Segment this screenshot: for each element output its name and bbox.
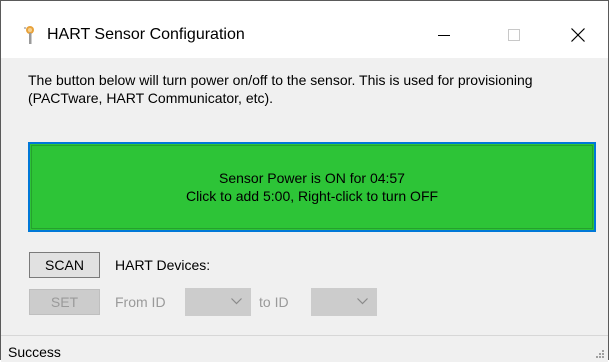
- hart-devices-label: HART Devices:: [115, 257, 211, 273]
- chevron-down-icon: [357, 298, 368, 305]
- hart-sensor-config-window: HART Sensor Configuration The button bel…: [0, 0, 609, 362]
- close-button[interactable]: [555, 17, 601, 53]
- sensor-power-button-face: Sensor Power is ON for 04:57 Click to ad…: [31, 145, 593, 229]
- from-id-label: From ID: [115, 294, 166, 310]
- from-id-dropdown[interactable]: [185, 288, 251, 316]
- sensor-probe-icon: [24, 26, 34, 44]
- description-text: The button below will turn power on/off …: [28, 72, 533, 106]
- minimize-button[interactable]: [421, 17, 467, 53]
- minimize-icon: [438, 35, 450, 36]
- sensor-power-button[interactable]: Sensor Power is ON for 04:57 Click to ad…: [28, 142, 596, 232]
- maximize-icon: [508, 29, 520, 41]
- maximize-button[interactable]: [491, 17, 537, 53]
- to-id-label: to ID: [259, 294, 289, 310]
- set-button[interactable]: SET: [29, 289, 100, 315]
- close-icon: [571, 28, 585, 42]
- power-hint-line: Click to add 5:00, Right-click to turn O…: [185, 188, 439, 204]
- power-status-line: Sensor Power is ON for 04:57: [219, 170, 405, 186]
- window-title: HART Sensor Configuration: [47, 26, 245, 43]
- status-bar: [1, 335, 608, 362]
- chevron-down-icon: [231, 298, 242, 305]
- title-bar[interactable]: HART Sensor Configuration: [1, 1, 608, 58]
- scan-button[interactable]: SCAN: [29, 252, 100, 278]
- to-id-dropdown[interactable]: [311, 288, 377, 316]
- resize-grip-icon[interactable]: [595, 349, 605, 359]
- status-text: Success: [8, 344, 61, 360]
